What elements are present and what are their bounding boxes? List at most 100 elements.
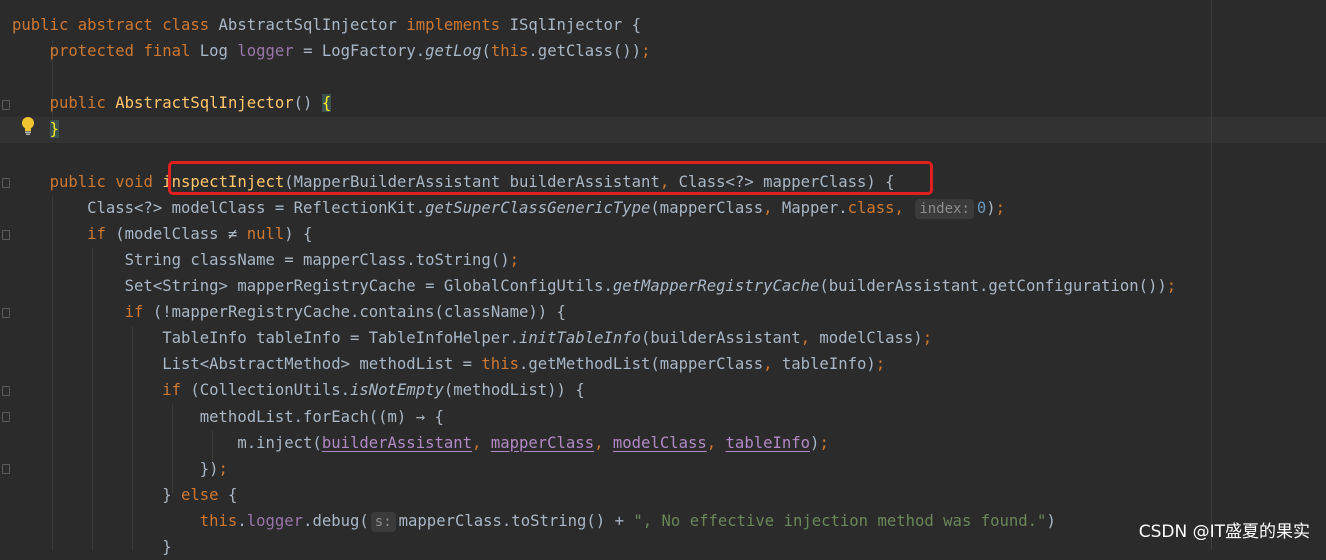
code-token: this [490, 42, 529, 61]
code-token: ; [218, 459, 228, 478]
code-token: .getMethodList(mapperClass [518, 355, 764, 374]
code-token: = LogFactory. [293, 42, 426, 61]
code-token: tableInfo [725, 433, 811, 452]
fold-marker-icon[interactable] [2, 412, 10, 422]
code-token: ; [641, 42, 651, 61]
code-token: this [481, 355, 519, 374]
code-line[interactable]: protected final Log logger = LogFactory.… [12, 38, 651, 64]
code-token: else [181, 485, 228, 504]
code-line[interactable]: if (modelClass ≠ null) { [12, 221, 312, 247]
right-margin-guide [1211, 0, 1212, 550]
code-token: AbstractSqlInjector [218, 16, 407, 34]
code-token: implements [406, 16, 510, 34]
code-line[interactable]: } else { [12, 482, 237, 508]
code-token: () [293, 94, 322, 113]
code-token: , [594, 433, 613, 452]
code-token: }) [12, 459, 219, 478]
code-token: , [472, 433, 491, 452]
code-token: , [763, 355, 782, 374]
code-token: Class<?> modelClass = ReflectionKit. [12, 198, 426, 217]
fold-marker-icon[interactable] [2, 386, 10, 396]
code-token: , [763, 198, 782, 217]
watermark: CSDN @IT盛夏的果实 [1138, 522, 1310, 542]
code-token: , [706, 433, 726, 452]
code-token: logger [246, 511, 304, 530]
code-token: if [162, 381, 191, 400]
code-line[interactable]: Class<?> modelClass = ReflectionKit.getS… [12, 195, 1005, 221]
code-token: , [800, 329, 820, 348]
code-line[interactable]: }); [12, 456, 228, 482]
code-line[interactable]: } [12, 534, 172, 560]
code-token: Log [199, 42, 238, 61]
code-token: modelClass [612, 433, 707, 452]
code-line[interactable]: methodList.forEach((m) → { [12, 404, 444, 430]
code-line[interactable]: Set<String> mapperRegistryCache = Global… [12, 273, 1177, 299]
code-token: ) [986, 198, 996, 217]
code-token: (methodList)) { [443, 381, 585, 400]
code-token: TableInfo tableInfo = TableInfoHelper. [12, 329, 519, 348]
code-token: methodList.forEach((m) → { [12, 407, 444, 426]
code-token: . [237, 511, 247, 530]
fold-marker-icon[interactable] [2, 230, 10, 240]
code-token: { [321, 94, 332, 113]
code-token: ; [819, 433, 829, 452]
fold-marker-icon[interactable] [2, 308, 10, 318]
code-token: ; [1166, 277, 1177, 295]
parameter-hint: s: [370, 511, 396, 532]
fold-marker-icon[interactable] [2, 464, 10, 474]
code-token: (mapperClass [650, 198, 764, 217]
code-token: tableInfo) [781, 355, 876, 374]
code-token: .debug( [303, 511, 369, 530]
code-token: (modelClass ≠ [115, 224, 247, 243]
code-line[interactable]: this.logger.debug(s: mapperClass.toString… [12, 508, 1056, 534]
code-token: ) { [284, 224, 313, 243]
code-line[interactable]: public AbstractSqlInjector() { [12, 90, 332, 116]
code-token: class, [847, 198, 914, 217]
fold-marker-icon[interactable] [2, 100, 10, 110]
code-token: initTableInfo [518, 329, 642, 348]
code-token: (builderAssistant [641, 329, 801, 348]
code-token: ; [509, 250, 519, 269]
code-token: ; [922, 329, 933, 348]
code-line[interactable]: TableInfo tableInfo = TableInfoHelper.in… [12, 325, 932, 351]
code-token: } [12, 538, 172, 556]
code-line[interactable]: if (!mapperRegistryCache.contains(classN… [12, 299, 566, 325]
code-line[interactable]: List<AbstractMethod> methodList = this.g… [12, 351, 885, 377]
code-editor[interactable]: public abstract class AbstractSqlInjecto… [0, 0, 1326, 556]
code-token: public [49, 94, 116, 113]
code-token: getLog [425, 42, 482, 61]
highlight-annotation-box [168, 161, 933, 195]
code-token: getMapperRegistryCache [612, 277, 820, 295]
code-token: ", No effective injection method was fou… [633, 511, 1047, 530]
code-token: AbstractSqlInjector [115, 94, 294, 113]
code-token: ; [995, 198, 1006, 217]
code-token: ) [1046, 511, 1056, 530]
current-line-highlight [0, 117, 1326, 143]
code-token: List<AbstractMethod> methodList = [12, 355, 482, 374]
code-line[interactable]: } [12, 116, 59, 142]
code-token: } [49, 120, 59, 139]
code-line[interactable]: if (CollectionUtils.isNotEmpty(methodLis… [12, 377, 585, 403]
fold-marker-icon[interactable] [2, 178, 10, 188]
code-token: String className = mapperClass.toString(… [12, 250, 510, 269]
code-token: ISqlInjector { [509, 16, 642, 34]
code-token: if [87, 224, 116, 243]
code-token: mapperClass [490, 433, 595, 452]
code-token: ; [875, 355, 886, 374]
code-line[interactable]: m.inject(builderAssistant, mapperClass, … [12, 430, 829, 456]
code-token: getSuperClassGenericType [425, 198, 651, 217]
code-line[interactable]: public abstract class AbstractSqlInjecto… [12, 12, 641, 38]
code-token: .getClass()) [528, 42, 642, 61]
code-token: protected final [49, 42, 200, 61]
code-line[interactable]: String className = mapperClass.toString(… [12, 247, 519, 273]
code-token: logger [237, 42, 294, 61]
code-token: null [246, 224, 285, 243]
code-token: ( [481, 42, 491, 61]
